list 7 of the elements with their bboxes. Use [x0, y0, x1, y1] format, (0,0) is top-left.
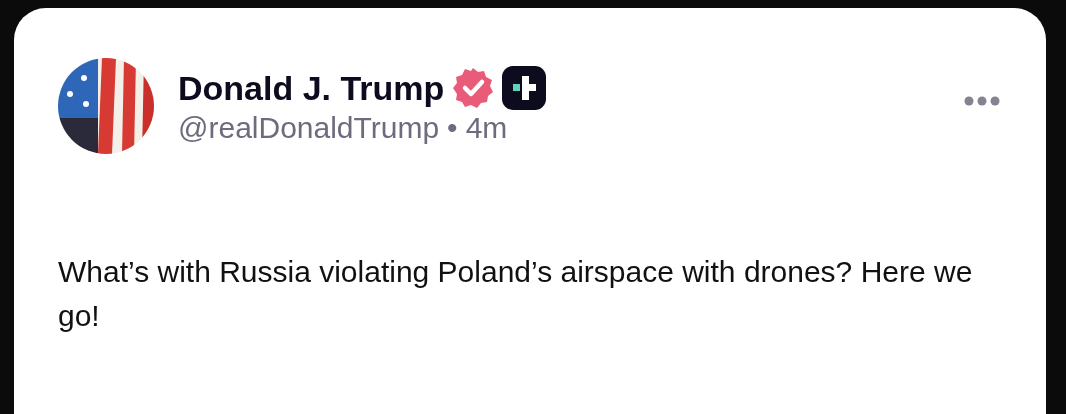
- post-text: What’s with Russia violating Poland’s airspace with drones? Here we go!: [58, 254, 974, 334]
- plus-badge-icon: [502, 66, 547, 110]
- separator: •: [447, 110, 458, 146]
- more-icon: [964, 95, 1000, 106]
- author-handle[interactable]: @realDonaldTrump: [178, 110, 440, 146]
- post-time[interactable]: 4m: [465, 110, 508, 146]
- author-name[interactable]: Donald J. Trump: [178, 67, 445, 109]
